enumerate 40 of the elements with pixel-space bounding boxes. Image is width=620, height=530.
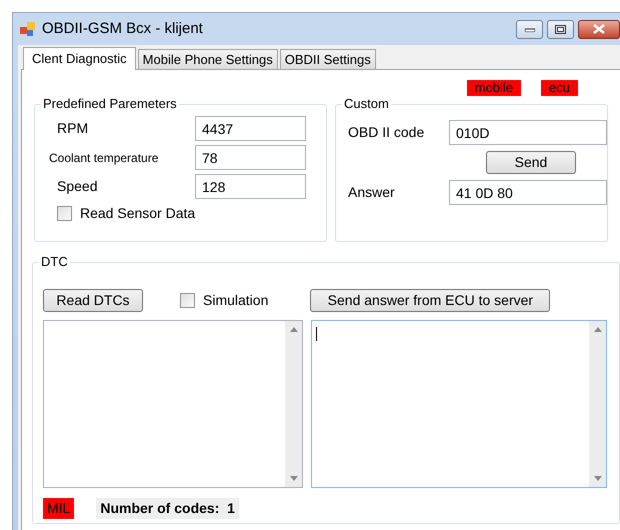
scroll-down-icon[interactable] [594,476,602,481]
mil-indicator: MIL [43,498,74,519]
field-label: Answer [348,183,396,202]
text-field[interactable]: 41 0D 80 [449,180,607,205]
status-indicator: ecu [541,80,578,96]
status-indicator: mobile [466,80,522,96]
field-label: RPM [56,119,90,138]
window-title: OBDII-GSM Bcx - klijent [42,18,203,39]
scrollbar[interactable] [285,321,302,487]
checkbox[interactable] [180,293,195,308]
tab[interactable]: Mobile Phone Settings [138,49,278,69]
scroll-up-icon[interactable] [290,327,298,332]
scroll-down-icon[interactable] [290,476,298,481]
checkbox-label: Simulation [203,291,268,310]
field-label: Speed [56,177,98,196]
send-to-server-button[interactable]: Send answer from ECU to server [310,289,550,312]
tab[interactable]: OBDII Settings [280,49,376,69]
code-count: Number of codes: 1 [96,498,239,519]
checkbox-label: Read Sensor Data [80,204,196,223]
maximize-icon [555,24,566,34]
text-field[interactable]: 78 [195,145,306,170]
read-dtcs-button[interactable]: Read DTCs [43,289,143,312]
text-cursor [316,327,318,341]
scroll-up-icon[interactable] [594,327,602,332]
text-area[interactable] [43,320,304,488]
maximize-button[interactable] [547,20,574,38]
checkbox[interactable] [57,206,72,221]
close-button[interactable] [578,20,620,38]
tab[interactable]: Clent Diagnostic [23,47,136,70]
scrollbar[interactable] [589,321,606,487]
close-icon [593,24,605,34]
send-button[interactable]: Send [486,151,576,174]
text-field[interactable]: 128 [195,174,306,199]
minimize-button[interactable] [516,20,543,38]
field-label: Coolant temperature [48,150,160,166]
minimize-icon [524,26,534,32]
text-field[interactable]: 010D [449,120,607,145]
app-icon [20,21,36,37]
field-label: OBD II code [348,123,426,142]
text-field[interactable]: 4437 [195,116,306,141]
